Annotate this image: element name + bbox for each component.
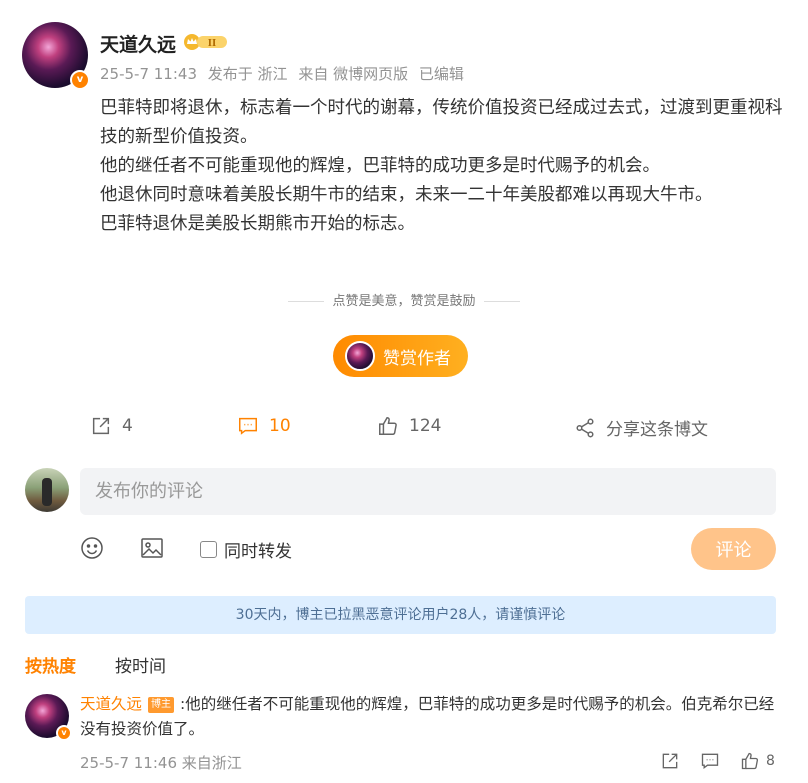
- comment-actions: 8: [0, 751, 808, 773]
- post-meta: 25-5-7 11:43 发布于 浙江 来自 微博网页版 已编辑: [100, 63, 470, 84]
- comment-input[interactable]: [80, 468, 776, 515]
- post-edited[interactable]: 已编辑: [419, 65, 464, 83]
- author-tag: 博主: [148, 697, 175, 713]
- post-body: 巴菲特即将退休，标志着一个时代的谢幕，传统价值投资已经成过去式，过渡到更重视科技…: [100, 94, 790, 239]
- comment-icon: [239, 417, 257, 435]
- checkbox-box[interactable]: [200, 541, 217, 558]
- share-button[interactable]: 分享这条博文: [574, 415, 708, 440]
- comment-button[interactable]: 10: [237, 415, 291, 437]
- comment-author-avatar[interactable]: v: [25, 694, 72, 741]
- repost-button[interactable]: 4: [90, 415, 133, 437]
- blacklist-notice: 30天内，博主已拉黑恶意评论用户28人，请谨慎评论: [25, 596, 776, 634]
- reward-tagline-text: 点赞是美意，赞赏是鼓励: [332, 294, 476, 309]
- author-avatar[interactable]: v: [22, 22, 90, 90]
- post-body-line: 巴菲特即将退休，标志着一个时代的谢幕，传统价值投资已经成过去式，过渡到更重视科技…: [100, 98, 783, 147]
- current-user-avatar[interactable]: [25, 468, 69, 512]
- tab-sort-time[interactable]: 按时间: [115, 652, 166, 677]
- comment-icon: [701, 753, 719, 769]
- comment-body: :他的继任者不可能重现他的辉煌，巴菲特的成功更多是时代赐予的机会。伯克希尔已经没…: [80, 695, 775, 738]
- comment-like-count: 8: [766, 753, 775, 769]
- comment-content: 天道久远 博主:他的继任者不可能重现他的辉煌，巴菲特的成功更多是时代赐予的机会。伯…: [80, 692, 780, 742]
- comment-item: v 天道久远 博主:他的继任者不可能重现他的辉煌，巴菲特的成功更多是时代赐予的机会…: [0, 692, 808, 783]
- emoji-icon[interactable]: [80, 536, 104, 560]
- post-body-line: 他退休同时意味着美股长期牛市的结束，未来一二十年美股都难以再现大牛市。: [100, 185, 713, 205]
- repost-checkbox[interactable]: 同时转发: [200, 537, 292, 562]
- share-icon: [576, 418, 594, 437]
- repost-icon: [662, 753, 678, 769]
- comment-author-name[interactable]: 天道久远: [80, 695, 142, 713]
- comment-reply-button[interactable]: [700, 751, 720, 771]
- comment-count: 10: [269, 416, 291, 436]
- post-action-bar: 4 10 124 分享这条博文: [0, 415, 808, 445]
- post-body-line: 他的继任者不可能重现他的辉煌，巴菲特的成功更多是时代赐予的机会。: [100, 156, 660, 176]
- reward-tagline: 点赞是美意，赞赏是鼓励: [0, 290, 808, 309]
- reward-author-button[interactable]: 赞赏作者: [333, 335, 468, 377]
- like-button[interactable]: 124: [377, 415, 441, 437]
- image-icon[interactable]: [140, 536, 164, 560]
- comment-compose: 同时转发 评论: [0, 458, 808, 588]
- reward-avatar: [345, 341, 375, 371]
- like-icon: [379, 417, 397, 435]
- post-source: 来自 微博网页版: [298, 65, 409, 83]
- verified-icon: v: [56, 725, 72, 741]
- crown-badge-icon[interactable]: II: [183, 33, 229, 51]
- post-location: 发布于 浙江: [207, 65, 288, 83]
- tab-sort-hot[interactable]: 按热度: [25, 652, 76, 677]
- repost-count: 4: [122, 416, 133, 436]
- level-badge-text: II: [208, 39, 216, 49]
- submit-comment-button[interactable]: 评论: [691, 528, 776, 570]
- share-label: 分享这条博文: [606, 420, 708, 440]
- verified-icon: v: [70, 70, 90, 90]
- post-body-line: 巴菲特退休是美股长期熊市开始的标志。: [100, 214, 415, 234]
- comment-like-button[interactable]: 8: [740, 751, 775, 771]
- repost-checkbox-label: 同时转发: [224, 542, 292, 562]
- like-count: 124: [409, 416, 442, 436]
- comment-repost-button[interactable]: [660, 751, 680, 771]
- author-name[interactable]: 天道久远: [100, 30, 176, 57]
- post-time[interactable]: 25-5-7 11:43: [100, 65, 197, 83]
- reward-button-label: 赞赏作者: [383, 348, 451, 369]
- like-icon: [741, 752, 759, 770]
- repost-icon: [92, 417, 110, 435]
